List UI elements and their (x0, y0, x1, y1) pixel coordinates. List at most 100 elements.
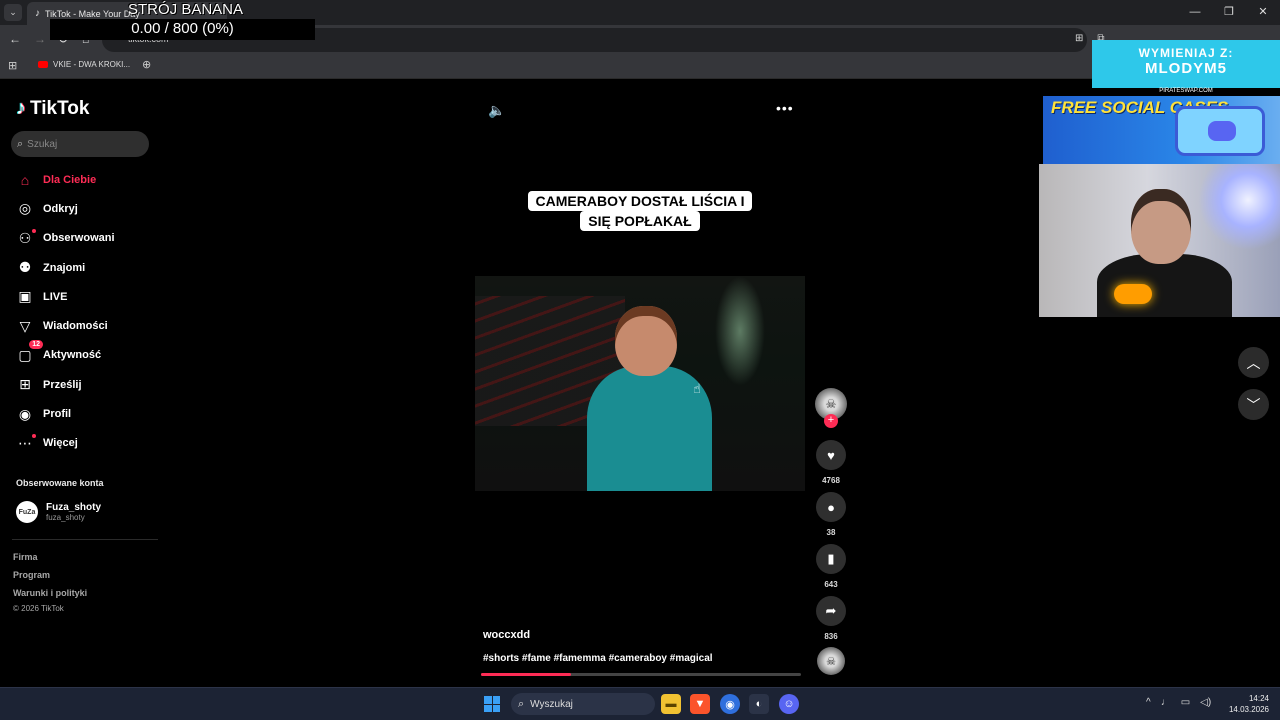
more-icon: ⋯ (16, 433, 36, 452)
compass-icon: ◎ (18, 200, 32, 217)
activity-badge: 12 (29, 339, 43, 349)
promo-cases-banner: FREE SOCIAL CASES (1043, 96, 1280, 164)
sidebar-item-label: Aktywność (43, 349, 102, 362)
translate-icon[interactable]: ⊞ (1075, 33, 1083, 44)
sidebar-item-messages[interactable]: ▽ Wiadomości (0, 311, 160, 340)
home-icon: ⌂ (20, 171, 30, 188)
friends-icon: ⚉ (18, 259, 32, 276)
sidebar-item-friends[interactable]: ⚉ Znajomi (0, 253, 160, 282)
discord-case-icon (1175, 106, 1265, 156)
scene-person-head (615, 306, 677, 376)
clock-time: 14:24 (1248, 694, 1269, 703)
video-author[interactable]: woccxdd (483, 629, 530, 641)
close-icon[interactable]: ✕ (1246, 0, 1280, 25)
video-progress-fill (481, 673, 571, 676)
search-box[interactable]: ⌕ (11, 131, 149, 157)
search-input[interactable] (27, 138, 128, 150)
streamer-head (1131, 189, 1191, 264)
sidebar-item-label: Wiadomości (43, 320, 108, 333)
sidebar-item-for-you[interactable]: ⌂ Dla Ciebie (0, 165, 160, 194)
sidebar-item-live[interactable]: ▣ LIVE (0, 282, 160, 311)
heart-icon: ♥ (827, 447, 835, 463)
discord-icon[interactable]: ☺ (779, 694, 799, 714)
promo-line-2: MLODYM5 (1145, 60, 1227, 77)
globe-icon[interactable]: ⊕ (142, 58, 151, 71)
sidebar-item-explore[interactable]: ◎ Odkryj (0, 194, 160, 223)
promo-line-1: WYMIENIAJ Z: (1138, 46, 1234, 60)
save-button[interactable]: ▮ (816, 544, 846, 574)
forward-icon[interactable]: → (34, 32, 46, 46)
sidebar-item-label: Znajomi (43, 261, 86, 274)
brave-browser-icon[interactable]: ▼ (690, 694, 710, 714)
sidebar-item-more[interactable]: ⋯ Więcej (0, 429, 160, 458)
tiktok-logo[interactable]: ♪ TikTok (16, 97, 89, 120)
share-button[interactable]: ➦ (816, 596, 846, 626)
scene-light (715, 276, 765, 386)
bookmark-item[interactable]: VKIE - DWA KROKI... (38, 60, 130, 69)
sidebar-item-label: Odkryj (43, 202, 78, 215)
goal-counter: 0.00 / 800 (0%) (131, 20, 234, 37)
tab-search-button[interactable]: ⌄ (4, 4, 22, 21)
sidebar-item-label: Obserwowani (43, 232, 115, 245)
apps-grid-icon[interactable]: ⊞ (8, 59, 17, 72)
follow-plus-icon[interactable]: + (824, 414, 838, 428)
speaker-icon[interactable]: ◁) (1200, 697, 1211, 708)
notification-dot (32, 433, 36, 438)
search-icon: ⌕ (17, 137, 24, 150)
sidebar-item-label: Prześlij (43, 378, 82, 391)
back-icon[interactable]: ← (9, 32, 21, 46)
avatar: FuZa (16, 501, 38, 523)
lamp-light (1114, 284, 1152, 304)
promo-url: PIRATESWAP.COM (1092, 88, 1280, 96)
windows-start-icon[interactable] (484, 696, 500, 712)
activity-icon: ▢ 12 (16, 339, 43, 364)
chrome-icon[interactable]: ◉ (720, 694, 740, 714)
copyright: © 2026 TikTok (13, 604, 64, 613)
like-button[interactable]: ♥ (816, 440, 846, 470)
sidebar-item-label: LIVE (43, 290, 68, 303)
save-count: 643 (824, 580, 838, 589)
sidebar-nav: ⌂ Dla Ciebie ◎ Odkryj ⚇ Obserwowani ⚉ Zn… (0, 165, 160, 458)
tiktok-note-icon: ♪ (16, 97, 26, 119)
chevron-down-icon: ﹀ (1246, 396, 1261, 413)
previous-video-button[interactable]: ︿ (1238, 347, 1269, 378)
clock-date: 14.03.2026 (1228, 705, 1269, 714)
video-caption: CAMERABOY DOSTAŁ LIŚCIA I SIĘ POPŁAKAŁ (520, 191, 760, 231)
volume-icon[interactable]: 🔈 (488, 102, 505, 119)
sidebar-item-activity[interactable]: ▢ 12 Aktywność (0, 339, 160, 370)
restore-icon[interactable]: ❐ (1212, 0, 1246, 25)
video-progress-bar[interactable] (481, 673, 801, 676)
next-video-button[interactable]: ﹀ (1238, 389, 1269, 420)
more-options-icon[interactable]: ••• (776, 100, 794, 116)
share-icon: ➦ (825, 603, 837, 618)
footer-link-terms[interactable]: Warunki i polityki (13, 588, 87, 598)
creator-avatar[interactable]: ☠ + (815, 388, 847, 428)
video-hashtags[interactable]: #shorts #fame #famemma #cameraboy #magic… (483, 653, 713, 664)
obs-icon[interactable]: ◐ (749, 694, 769, 714)
sidebar-item-profile[interactable]: ◉ Profil (0, 399, 160, 428)
caption-line-1: CAMERABOY DOSTAŁ LIŚCIA I (527, 191, 753, 211)
notification-dot (32, 228, 36, 233)
action-rail: ☠ + ♥ 4768 ● 38 ▮ 643 ➦ 836 (815, 388, 847, 642)
microphone-icon[interactable]: ♩ (1161, 697, 1171, 708)
footer-link-program[interactable]: Program (13, 570, 50, 580)
taskbar-clock[interactable]: 14:24 14.03.2026 (1227, 693, 1269, 715)
messages-icon: ▽ (19, 317, 31, 334)
chevron-up-icon[interactable]: ^ (1146, 697, 1151, 708)
sidebar-item-following[interactable]: ⚇ Obserwowani (0, 224, 160, 253)
goal-bar: 0.00 / 800 (0%) (50, 19, 315, 40)
like-count: 4768 (822, 476, 840, 485)
bookmark-icon: ▮ (827, 551, 835, 566)
logo-text: TikTok (30, 97, 90, 119)
network-icon[interactable]: ▭ (1181, 697, 1190, 708)
footer-link-company[interactable]: Firma (13, 552, 38, 562)
file-explorer-icon[interactable]: ▬ (661, 694, 681, 714)
minimize-icon[interactable]: — (1178, 0, 1212, 25)
followed-account[interactable]: FuZa Fuza_shoty fuza_shoty (16, 501, 101, 523)
sound-avatar[interactable]: ☠ (817, 647, 845, 675)
sidebar-item-upload[interactable]: ⊞ Prześlij (0, 370, 160, 399)
taskbar-search[interactable]: ⌕ Wyszukaj (511, 693, 655, 715)
comment-button[interactable]: ● (816, 492, 846, 522)
account-name: Fuza_shoty (46, 502, 102, 513)
tiktok-favicon-icon: ♪ (35, 8, 40, 19)
